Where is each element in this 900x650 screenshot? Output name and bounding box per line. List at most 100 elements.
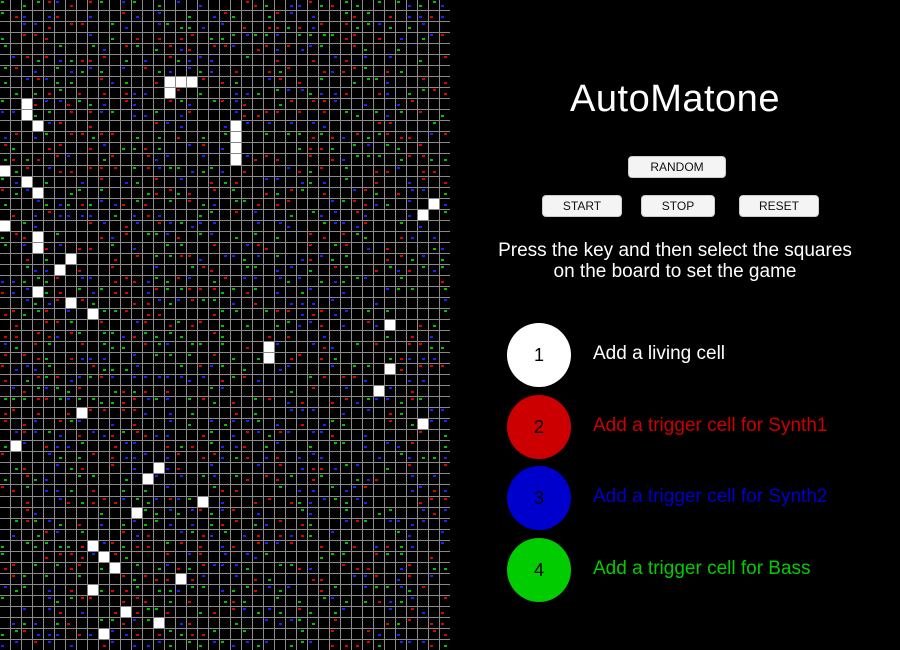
board-cell[interactable] (396, 628, 406, 639)
board-cell[interactable] (11, 430, 21, 441)
board-cell[interactable] (55, 264, 65, 275)
board-cell[interactable] (396, 353, 406, 364)
board-cell[interactable] (55, 375, 65, 386)
board-cell[interactable] (242, 253, 252, 264)
board-cell[interactable] (154, 364, 164, 375)
board-cell[interactable] (407, 342, 417, 353)
board-cell[interactable] (121, 331, 131, 342)
board-cell[interactable] (33, 353, 43, 364)
board-cell[interactable] (341, 496, 351, 507)
board-cell[interactable] (330, 264, 340, 275)
board-cell[interactable] (66, 441, 76, 452)
board-cell[interactable] (132, 286, 142, 297)
board-cell[interactable] (242, 154, 252, 165)
board-cell[interactable] (22, 154, 32, 165)
board-cell[interactable] (11, 220, 21, 231)
board-cell[interactable] (363, 143, 373, 154)
board-cell[interactable] (55, 331, 65, 342)
board-cell[interactable] (385, 353, 395, 364)
board-cell[interactable] (396, 496, 406, 507)
board-cell[interactable] (110, 507, 120, 518)
board-cell[interactable] (308, 496, 318, 507)
board-cell[interactable] (308, 55, 318, 66)
board-cell[interactable] (231, 0, 241, 11)
board-cell[interactable] (209, 452, 219, 463)
board-cell[interactable] (352, 275, 362, 286)
board-cell[interactable] (242, 496, 252, 507)
board-cell[interactable] (429, 485, 439, 496)
board-cell[interactable] (77, 264, 87, 275)
board-cell[interactable] (176, 595, 186, 606)
board-cell[interactable] (363, 496, 373, 507)
board-cell[interactable] (396, 441, 406, 452)
board-cell[interactable] (374, 375, 384, 386)
board-cell[interactable] (396, 419, 406, 430)
board-cell[interactable] (374, 474, 384, 485)
board-cell[interactable] (264, 496, 274, 507)
board-cell[interactable] (253, 496, 263, 507)
board-cell[interactable] (88, 231, 98, 242)
board-cell[interactable] (286, 573, 296, 584)
board-cell[interactable] (297, 88, 307, 99)
board-cell[interactable] (264, 11, 274, 22)
board-cell[interactable] (110, 55, 120, 66)
board-cell[interactable] (440, 275, 450, 286)
board-cell[interactable] (33, 463, 43, 474)
board-cell[interactable] (264, 551, 274, 562)
board-cell[interactable] (363, 485, 373, 496)
board-cell[interactable] (231, 540, 241, 551)
board-cell[interactable] (341, 308, 351, 319)
board-cell[interactable] (429, 231, 439, 242)
board-cell[interactable] (429, 474, 439, 485)
board-cell[interactable] (440, 419, 450, 430)
board-cell[interactable] (121, 264, 131, 275)
board-cell[interactable] (231, 562, 241, 573)
board-cell[interactable] (132, 242, 142, 253)
board-cell[interactable] (77, 353, 87, 364)
board-cell[interactable] (440, 342, 450, 353)
board-cell[interactable] (352, 121, 362, 132)
board-cell[interactable] (319, 264, 329, 275)
board-cell[interactable] (308, 165, 318, 176)
board-cell[interactable] (220, 319, 230, 331)
board-cell[interactable] (33, 297, 43, 308)
board-cell[interactable] (286, 286, 296, 297)
board-cell[interactable] (11, 375, 21, 386)
board-cell[interactable] (165, 628, 175, 639)
board-cell[interactable] (319, 540, 329, 551)
board-cell[interactable] (143, 408, 153, 419)
board-cell[interactable] (363, 242, 373, 253)
board-cell[interactable] (22, 253, 32, 264)
board-cell[interactable] (220, 496, 230, 507)
board-cell[interactable] (33, 198, 43, 209)
board-cell[interactable] (319, 77, 329, 88)
board-cell[interactable] (198, 474, 208, 485)
board-cell[interactable] (44, 11, 54, 22)
board-cell[interactable] (418, 176, 428, 187)
board-cell[interactable] (0, 397, 10, 408)
board-cell[interactable] (33, 397, 43, 408)
board-cell[interactable] (363, 573, 373, 584)
board-cell[interactable] (154, 99, 164, 110)
board-cell[interactable] (440, 22, 450, 33)
board-cell[interactable] (44, 209, 54, 220)
board-cell[interactable] (275, 353, 285, 364)
board-cell[interactable] (374, 88, 384, 99)
board-cell[interactable] (242, 198, 252, 209)
board-cell[interactable] (143, 375, 153, 386)
board-cell[interactable] (209, 187, 219, 198)
board-cell[interactable] (297, 308, 307, 319)
board-cell[interactable] (77, 408, 87, 419)
board-cell[interactable] (99, 143, 109, 154)
board-cell[interactable] (176, 286, 186, 297)
board-cell[interactable] (286, 44, 296, 55)
board-cell[interactable] (374, 397, 384, 408)
board-cell[interactable] (253, 253, 263, 264)
board-cell[interactable] (66, 165, 76, 176)
board-cell[interactable] (231, 77, 241, 88)
board-cell[interactable] (88, 242, 98, 253)
board-cell[interactable] (374, 297, 384, 308)
board-cell[interactable] (143, 253, 153, 264)
board-cell[interactable] (297, 452, 307, 463)
board-cell[interactable] (198, 606, 208, 617)
